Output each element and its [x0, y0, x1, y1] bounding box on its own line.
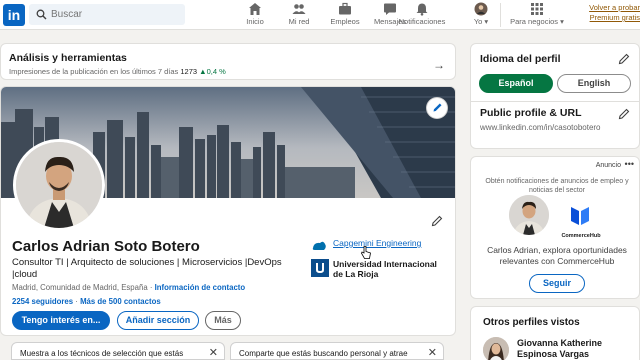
ad-member-avatar [509, 195, 549, 235]
analytics-card[interactable]: Análisis y herramientas Impresiones de l… [0, 43, 456, 80]
contact-info-link[interactable]: Información de contacto [155, 283, 246, 292]
grid-icon [531, 3, 543, 15]
nav-me[interactable]: Yo ▾ [470, 2, 492, 28]
recommendation-text: Comparte que estás buscando personal y a… [239, 349, 408, 358]
connections-link[interactable]: Más de 500 contactos [80, 297, 161, 306]
briefcase-icon [339, 2, 351, 15]
pencil-icon[interactable] [618, 108, 630, 120]
avatar-image [483, 337, 509, 360]
more-button[interactable]: Más [205, 311, 241, 330]
profile-card: Carlos Adrian Soto Botero Consultor TI |… [0, 86, 456, 336]
language-english-button[interactable]: English [557, 74, 631, 93]
analytics-title: Análisis y herramientas [9, 52, 127, 64]
profile-headline: Consultor TI | Arquitecto de soluciones … [12, 257, 282, 280]
pencil-icon [433, 103, 441, 112]
pencil-icon[interactable] [618, 53, 630, 65]
profile-language-title: Idioma del perfil [480, 53, 561, 65]
linkedin-logo[interactable]: in [3, 4, 25, 26]
search-bar[interactable] [29, 4, 185, 25]
nav-notifications-label: Notificaciones [398, 17, 446, 26]
nav-notifications[interactable]: Notificaciones [384, 2, 460, 28]
language-spanish-button[interactable]: Español [479, 74, 553, 93]
impressions-change: ▲0,4 % [199, 67, 226, 76]
premium-link-line2: Premium gratis [589, 13, 640, 22]
profile-location: Madrid, Comunidad de Madrid, España · In… [12, 283, 245, 292]
profile-settings-card: Idioma del perfil Español English Public… [470, 43, 640, 149]
chevron-down-icon: ▾ [560, 17, 564, 26]
recommendation-card[interactable]: Comparte que estás buscando personal y a… [230, 342, 444, 360]
nav-jobs[interactable]: Empleos [330, 2, 360, 28]
nav-home-label: Inicio [246, 17, 264, 26]
premium-link-line1: Volver a probar [589, 3, 640, 12]
impressions-count: 1273 [180, 67, 198, 76]
school-name-line2: de La Rioja [333, 269, 379, 279]
search-input[interactable] [51, 6, 181, 23]
nav-for-business-label: Para negocios ▾ [510, 17, 564, 26]
follow-button[interactable]: Seguir [529, 274, 585, 293]
cursor-hand-icon [361, 246, 371, 259]
home-icon [249, 3, 261, 15]
separator: · [149, 283, 153, 292]
nav-me-label: Yo ▾ [473, 17, 489, 26]
edit-banner-button[interactable] [427, 98, 447, 118]
school-name-line1: Universidad Internacional [333, 259, 437, 269]
top-nav: in Inicio Mi red Empleos Mensajes Notifi… [0, 0, 640, 30]
close-icon[interactable]: ✕ [209, 346, 218, 359]
ad-description: Obtén notificaciones de anuncios de empl… [485, 178, 629, 194]
divider [471, 101, 639, 102]
add-section-button[interactable]: Añadir sección [117, 311, 199, 330]
profile-photo[interactable] [13, 139, 105, 231]
pencil-icon [431, 215, 443, 227]
separator: · [75, 297, 78, 306]
more-options-icon[interactable]: ••• [625, 159, 634, 169]
search-icon [36, 9, 47, 20]
ad-company-logo-name: CommerceHub [561, 233, 601, 239]
recommendation-card[interactable]: Muestra a los técnicos de selección que … [11, 342, 225, 360]
commercehub-logo-icon [571, 207, 589, 225]
profile-network-stats: 2254 seguidores · Más de 500 contactos [12, 297, 161, 306]
profile-name: Carlos Adrian Soto Botero [12, 238, 200, 255]
trend-up-icon: ▲ [199, 67, 207, 76]
company-name: Capgemini Engineering [333, 238, 422, 248]
nav-home[interactable]: Inicio [241, 2, 269, 28]
nav-divider [500, 3, 501, 27]
avatar-image [509, 195, 549, 235]
public-profile-url: www.linkedin.com/in/casotobotero [480, 123, 601, 132]
analytics-subtitle: Impresiones de la publicación en los últ… [9, 67, 226, 76]
other-profile-name-line1: Giovanna Katherine [517, 338, 603, 348]
nav-my-network-label: Mi red [288, 17, 310, 26]
ad-label: Anuncio [595, 162, 621, 169]
ad-body-text: Carlos Adrian, explora oportunidades rel… [487, 245, 627, 266]
nav-my-network[interactable]: Mi red [284, 2, 314, 28]
arrow-right-icon[interactable]: → [433, 58, 445, 72]
other-profiles-title: Otros perfiles vistos [483, 317, 580, 328]
other-profiles-card: Otros perfiles vistos Giovanna Katherine… [470, 306, 640, 360]
open-to-button[interactable]: Tengo interés en... [12, 311, 110, 330]
premium-link[interactable]: Volver a probar Premium gratis [584, 3, 640, 23]
location-text: Madrid, Comunidad de Madrid, España [12, 283, 148, 292]
ad-card[interactable]: Anuncio ••• Obtén notificaciones de anun… [470, 156, 640, 299]
chevron-down-icon: ▾ [484, 17, 489, 26]
other-profile-name[interactable]: Giovanna Katherine Espinosa Vargas [517, 338, 602, 360]
nav-jobs-label: Empleos [330, 17, 360, 26]
bell-icon [416, 3, 428, 16]
capgemini-logo-icon [312, 241, 326, 250]
avatar-icon [474, 2, 488, 16]
close-icon[interactable]: ✕ [428, 346, 437, 359]
other-profile-avatar[interactable] [483, 337, 509, 360]
followers-link[interactable]: 2254 seguidores [12, 297, 73, 306]
network-icon [292, 4, 306, 14]
other-profile-name-line2: Espinosa Vargas [517, 349, 590, 359]
public-profile-url-title: Public profile & URL [480, 107, 582, 119]
nav-for-business[interactable]: Para negocios ▾ [507, 2, 567, 28]
edit-intro-button[interactable] [427, 211, 447, 231]
analytics-subtitle-text: Impresiones de la publicación en los últ… [9, 67, 179, 76]
unir-logo-icon [311, 259, 329, 277]
recommendation-text: Muestra a los técnicos de selección que … [20, 349, 184, 358]
profile-photo-image [16, 142, 102, 228]
